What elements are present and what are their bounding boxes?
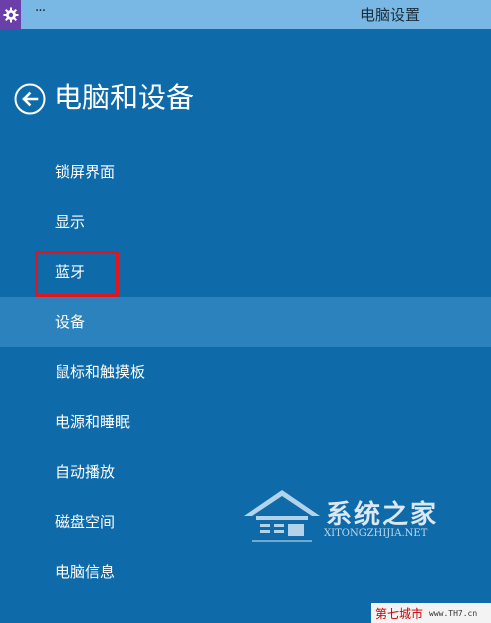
gear-icon xyxy=(0,0,21,29)
page-title: 电脑和设备 xyxy=(54,81,195,114)
nav-item-label: 鼠标和触摸板 xyxy=(55,363,146,381)
more-options-button[interactable]: ··· xyxy=(30,4,50,24)
nav-item-label: 蓝牙 xyxy=(55,263,86,281)
watermark-text-en: XITONGZHIJIA.NET xyxy=(324,528,428,539)
corner-watermark-en: www.TH7.cn xyxy=(429,608,478,618)
back-arrow-icon xyxy=(14,83,46,115)
nav-item-bluetooth[interactable]: 蓝牙 xyxy=(0,247,491,297)
nav-item-lock-screen[interactable]: 锁屏界面 xyxy=(0,147,491,197)
corner-watermark: 第七城市 www.TH7.cn xyxy=(371,603,491,623)
nav-item-label: 锁屏界面 xyxy=(55,163,116,181)
watermark-text-cn: 系统之家 xyxy=(326,500,439,530)
nav-item-devices[interactable]: 设备 xyxy=(0,297,491,347)
nav-item-label: 磁盘空间 xyxy=(55,513,116,531)
nav-item-power-sleep[interactable]: 电源和睡眠 xyxy=(0,397,491,447)
window-title: 电脑设置 xyxy=(360,6,421,24)
nav-item-label: 电源和睡眠 xyxy=(55,413,131,431)
nav-item-label: 设备 xyxy=(55,313,86,331)
corner-watermark-cn: 第七城市 xyxy=(375,606,424,621)
house-logo-icon xyxy=(244,490,320,542)
nav-item-mouse-touchpad[interactable]: 鼠标和触摸板 xyxy=(0,347,491,397)
nav-item-label: 显示 xyxy=(55,213,86,231)
nav-item-label: 自动播放 xyxy=(55,463,116,481)
back-button[interactable] xyxy=(14,83,46,115)
title-bar: ··· 电脑设置 xyxy=(0,0,491,29)
nav-item-display[interactable]: 显示 xyxy=(0,197,491,247)
watermark: 系统之家 XITONGZHIJIA.NET xyxy=(238,486,448,556)
nav-item-label: 电脑信息 xyxy=(55,563,116,581)
